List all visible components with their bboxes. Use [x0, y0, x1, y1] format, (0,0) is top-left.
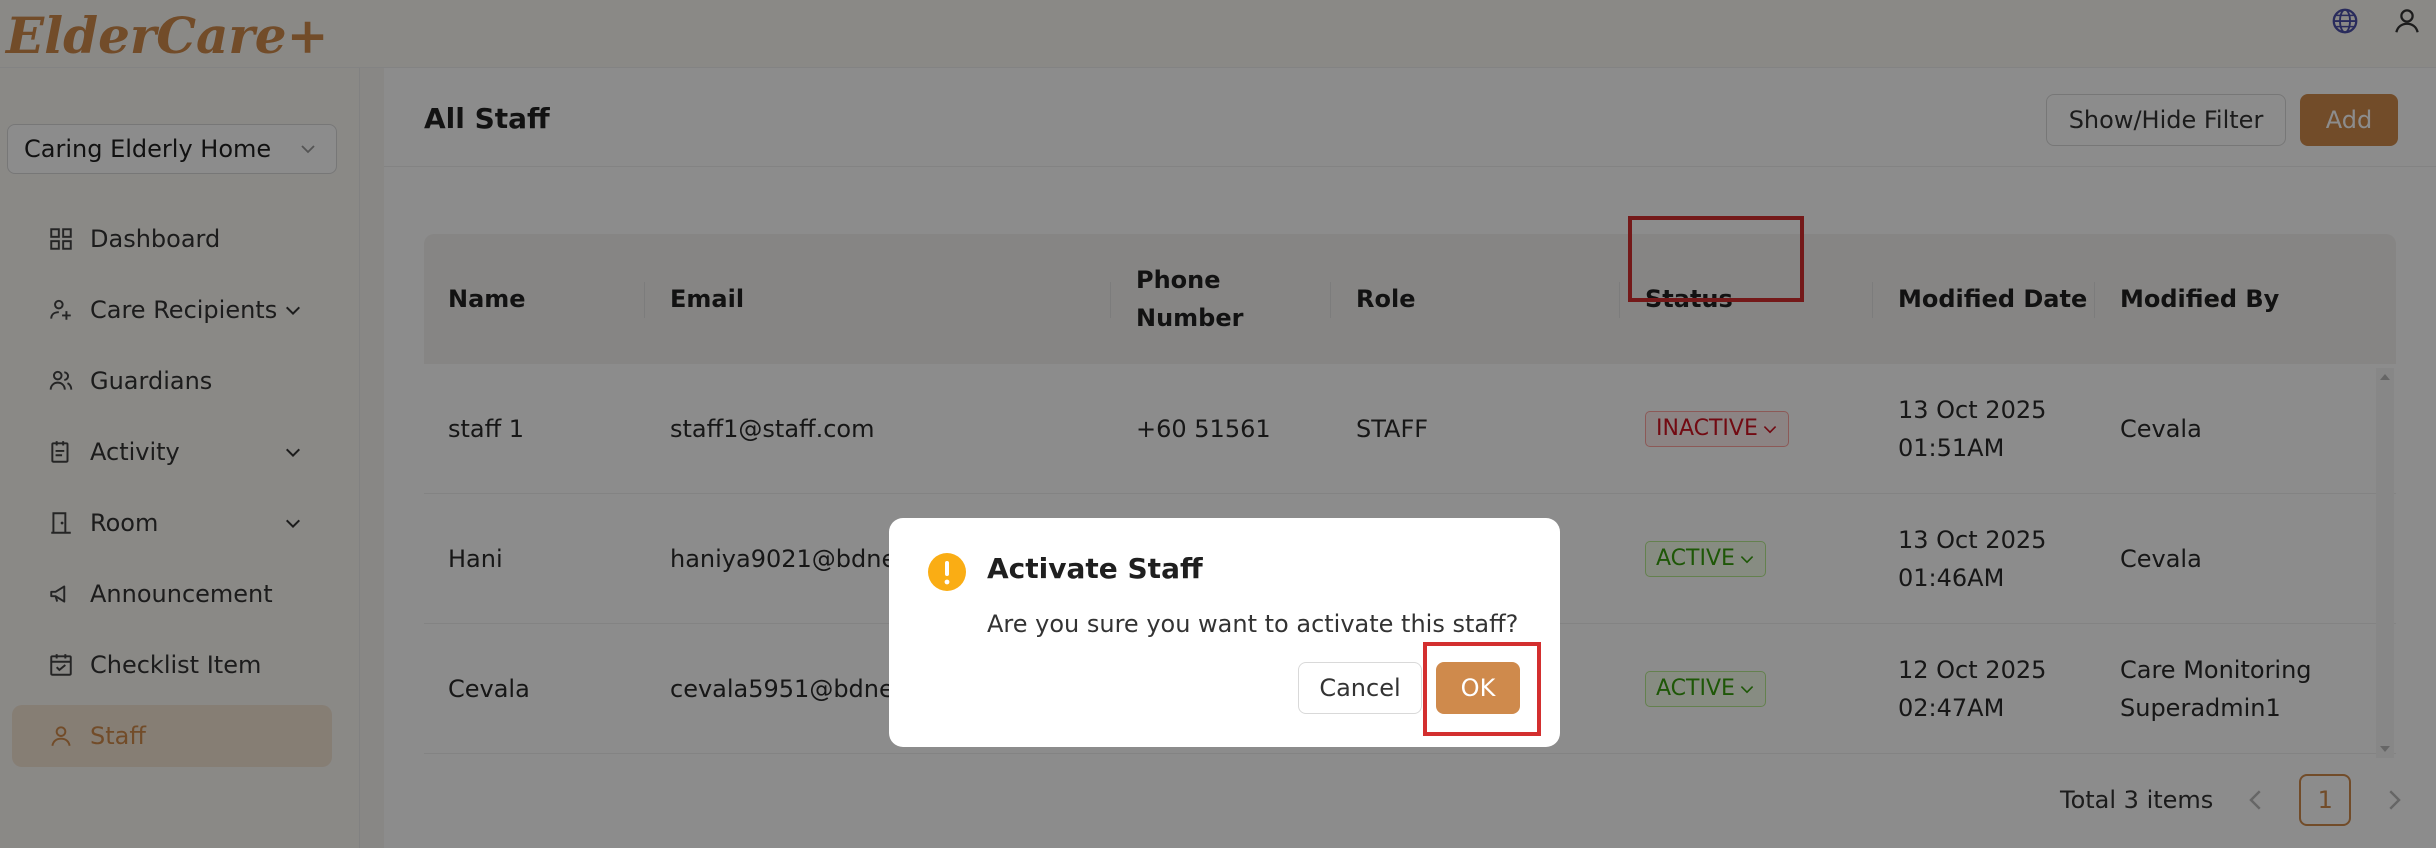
- warning-icon: [928, 553, 966, 591]
- ok-highlight-box: [1423, 642, 1541, 736]
- dialog-title: Activate Staff: [987, 552, 1203, 585]
- activate-staff-dialog: Activate Staff Are you sure you want to …: [889, 518, 1560, 747]
- dialog-message: Are you sure you want to activate this s…: [987, 610, 1519, 638]
- cancel-button[interactable]: Cancel: [1298, 662, 1422, 714]
